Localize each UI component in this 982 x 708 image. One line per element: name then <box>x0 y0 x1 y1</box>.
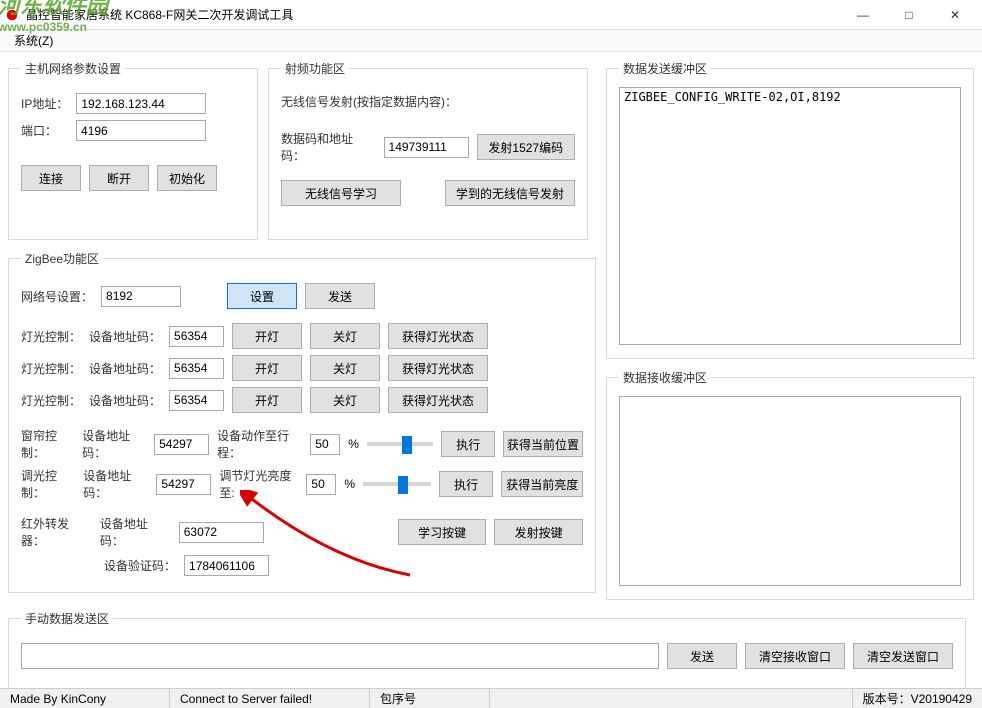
status-made-by: Made By KinCony <box>0 689 170 708</box>
light3-status-button[interactable]: 获得灯光状态 <box>388 387 488 413</box>
light2-on-button[interactable]: 开灯 <box>232 355 302 381</box>
dimmer-getbr-button[interactable]: 获得当前亮度 <box>501 471 583 497</box>
dimmer-addr-label: 设备地址码： <box>83 467 148 501</box>
recv-buffer-group: 数据接收缓冲区 <box>606 369 974 600</box>
host-legend: 主机网络参数设置 <box>21 60 125 77</box>
light3-on-button[interactable]: 开灯 <box>232 387 302 413</box>
menubar: 系统(Z) <box>0 30 982 52</box>
init-button[interactable]: 初始化 <box>157 165 217 191</box>
rf-send-label: 无线信号发射(按指定数据内容)： <box>281 93 457 110</box>
light2-addr-input[interactable] <box>169 358 224 379</box>
status-package: 包序号 <box>370 689 490 708</box>
rf-1527-button[interactable]: 发射1527编码 <box>477 134 575 160</box>
curtain-getpos-button[interactable]: 获得当前位置 <box>503 431 583 457</box>
host-network-group: 主机网络参数设置 IP地址： 端口： 连接 断开 初始化 <box>8 60 258 240</box>
manual-input[interactable] <box>21 643 659 669</box>
dimmer-slider[interactable] <box>363 482 431 486</box>
clear-send-button[interactable]: 清空发送窗口 <box>853 643 953 669</box>
curtain-addr-input[interactable] <box>154 434 209 455</box>
manual-send-group: 手动数据发送区 发送 清空接收窗口 清空发送窗口 <box>8 610 966 690</box>
recv-buffer-legend: 数据接收缓冲区 <box>619 369 711 386</box>
netid-input[interactable] <box>101 286 181 307</box>
light1-off-button[interactable]: 关灯 <box>310 323 380 349</box>
light2-off-button[interactable]: 关灯 <box>310 355 380 381</box>
curtain-val-input[interactable] <box>310 434 340 455</box>
send-buffer-legend: 数据发送缓冲区 <box>619 60 711 77</box>
curtain-exec-button[interactable]: 执行 <box>441 431 494 457</box>
light2-label: 灯光控制： <box>21 360 81 377</box>
maximize-button[interactable]: □ <box>886 0 932 30</box>
dimmer-action-label: 调节灯光亮度至: <box>219 467 298 501</box>
ir-label: 红外转发器： <box>21 515 92 549</box>
window-title: 晶控智能家居系统 KC868-F网关二次开发调试工具 <box>26 6 840 23</box>
statusbar: Made By KinCony Connect to Server failed… <box>0 688 982 708</box>
minimize-button[interactable]: — <box>840 0 886 30</box>
send-buffer-group: 数据发送缓冲区 ZIGBEE_CONFIG_WRITE-02,OI,8192 <box>606 60 974 359</box>
ir-addr-input[interactable] <box>179 522 264 543</box>
titlebar: 晶控智能家居系统 KC868-F网关二次开发调试工具 — □ ✕ <box>0 0 982 30</box>
curtain-slider[interactable] <box>367 442 434 446</box>
manual-legend: 手动数据发送区 <box>21 610 113 627</box>
rf-code-label: 数据码和地址码： <box>281 130 376 164</box>
rf-learn-button[interactable]: 无线信号学习 <box>281 180 401 206</box>
clear-recv-button[interactable]: 清空接收窗口 <box>745 643 845 669</box>
ir-emit-button[interactable]: 发射按键 <box>494 519 583 545</box>
light3-addr-input[interactable] <box>169 390 224 411</box>
status-version: 版本号：V20190429 <box>853 689 982 708</box>
zigbee-legend: ZigBee功能区 <box>21 250 103 267</box>
status-connection: Connect to Server failed! <box>170 689 370 708</box>
dimmer-val-input[interactable] <box>306 474 336 495</box>
ip-input[interactable] <box>76 93 206 114</box>
light3-off-button[interactable]: 关灯 <box>310 387 380 413</box>
light1-on-button[interactable]: 开灯 <box>232 323 302 349</box>
dimmer-addr-input[interactable] <box>156 474 211 495</box>
disconnect-button[interactable]: 断开 <box>89 165 149 191</box>
zigbee-send-button[interactable]: 发送 <box>305 283 375 309</box>
ir-addr-label: 设备地址码： <box>100 515 171 549</box>
ip-label: IP地址： <box>21 95 68 112</box>
netid-label: 网络号设置： <box>21 288 93 305</box>
curtain-addr-label: 设备地址码： <box>82 427 146 461</box>
ir-verify-label: 设备验证码： <box>104 557 176 574</box>
percent-label-2: % <box>344 477 355 491</box>
port-input[interactable] <box>76 120 206 141</box>
ir-verify-input[interactable] <box>184 555 269 576</box>
rf-code-input[interactable] <box>384 137 469 158</box>
rf-legend: 射频功能区 <box>281 60 349 77</box>
light2-addr-label: 设备地址码： <box>89 360 161 377</box>
dimmer-exec-button[interactable]: 执行 <box>439 471 493 497</box>
close-button[interactable]: ✕ <box>932 0 978 30</box>
recv-buffer-textarea[interactable] <box>619 396 961 586</box>
connect-button[interactable]: 连接 <box>21 165 81 191</box>
manual-send-button[interactable]: 发送 <box>667 643 737 669</box>
light1-status-button[interactable]: 获得灯光状态 <box>388 323 488 349</box>
light1-label: 灯光控制： <box>21 328 81 345</box>
ir-learn-button[interactable]: 学习按键 <box>398 519 487 545</box>
send-buffer-textarea[interactable]: ZIGBEE_CONFIG_WRITE-02,OI,8192 <box>619 87 961 345</box>
menu-system[interactable]: 系统(Z) <box>6 30 61 51</box>
rf-group: 射频功能区 无线信号发射(按指定数据内容)： 数据码和地址码： 发射1527编码… <box>268 60 588 240</box>
light1-addr-input[interactable] <box>169 326 224 347</box>
percent-label: % <box>348 437 359 451</box>
port-label: 端口： <box>21 122 57 139</box>
zigbee-group: ZigBee功能区 网络号设置： 设置 发送 灯光控制： 设备地址码： 开灯 关… <box>8 250 596 593</box>
app-icon <box>4 7 20 23</box>
light3-addr-label: 设备地址码： <box>89 392 161 409</box>
rf-emit-button[interactable]: 学到的无线信号发射 <box>445 180 575 206</box>
curtain-label: 窗帘控制： <box>21 427 74 461</box>
zigbee-set-button[interactable]: 设置 <box>227 283 297 309</box>
curtain-action-label: 设备动作至行程： <box>217 427 302 461</box>
light3-label: 灯光控制： <box>21 392 81 409</box>
dimmer-label: 调光控制： <box>21 467 75 501</box>
light1-addr-label: 设备地址码： <box>89 328 161 345</box>
light2-status-button[interactable]: 获得灯光状态 <box>388 355 488 381</box>
